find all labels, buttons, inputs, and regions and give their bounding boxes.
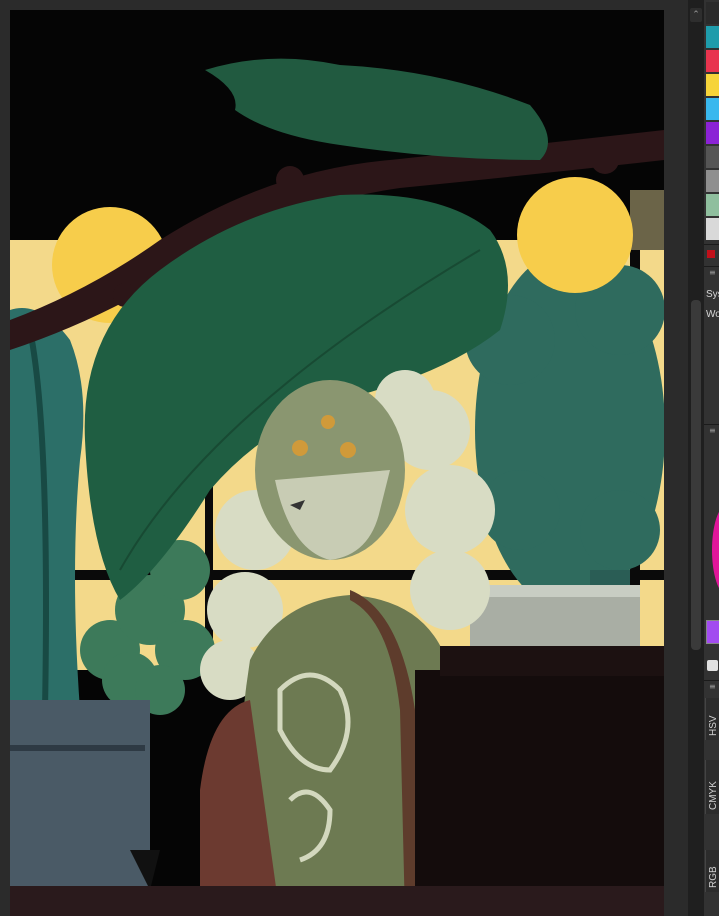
divider xyxy=(704,266,719,267)
panel-grip-icon[interactable]: ≡ xyxy=(709,426,716,435)
scroll-up-arrow-icon[interactable]: ⌃ xyxy=(690,8,702,22)
palette-swatch[interactable] xyxy=(706,146,719,168)
panel-text-line-2: Wo xyxy=(706,309,719,320)
palette-swatch[interactable] xyxy=(706,218,719,240)
panel-text-line-1: Sys xyxy=(706,289,719,300)
canvas-vertical-scrollbar[interactable]: ⌃ xyxy=(688,0,704,916)
tab-cmyk[interactable]: CMYK xyxy=(705,760,719,814)
panel-grip-icon[interactable]: ≡ xyxy=(709,682,716,691)
divider xyxy=(704,424,719,425)
artwork-canvas[interactable] xyxy=(10,10,664,916)
tab-rgb[interactable]: RGB xyxy=(705,850,719,892)
right-docker-panel: ≡ Sys Wo ≡ ≡ HSV CMYK RGB xyxy=(704,0,719,916)
palette-swatch[interactable] xyxy=(706,2,719,24)
tab-rgb-label: RGB xyxy=(708,866,719,888)
current-color-swatch[interactable] xyxy=(706,620,719,644)
palette-swatch[interactable] xyxy=(706,194,719,216)
tab-cmyk-label: CMYK xyxy=(708,781,719,810)
canvas-workspace[interactable] xyxy=(0,0,688,916)
palette-swatch[interactable] xyxy=(706,26,719,48)
active-color-indicator[interactable] xyxy=(707,250,715,258)
divider xyxy=(704,680,719,681)
color-mode-toggle-icon[interactable] xyxy=(707,660,718,671)
scrollbar-thumb[interactable] xyxy=(691,300,701,650)
palette-swatch[interactable] xyxy=(706,170,719,192)
tab-hsv-label: HSV xyxy=(708,715,719,736)
palette-swatch[interactable] xyxy=(706,98,719,120)
palette-swatch[interactable] xyxy=(706,74,719,96)
panel-grip-icon[interactable]: ≡ xyxy=(709,268,716,277)
color-wheel[interactable] xyxy=(712,505,719,595)
palette-swatch[interactable] xyxy=(706,122,719,144)
artwork-illustration xyxy=(10,10,664,916)
palette-swatch[interactable] xyxy=(706,50,719,72)
tab-hsv[interactable]: HSV xyxy=(705,698,719,740)
divider xyxy=(704,244,719,245)
